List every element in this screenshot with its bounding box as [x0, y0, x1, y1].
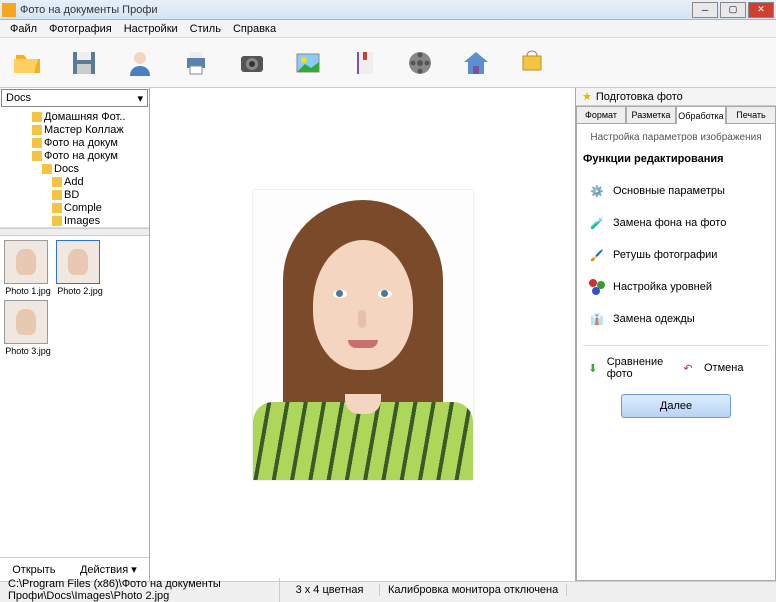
fn-background[interactable]: 🧪Замена фона на фото	[583, 207, 769, 239]
menu-style[interactable]: Стиль	[184, 21, 227, 37]
open-button[interactable]: Открыть	[12, 564, 55, 576]
fn-undo[interactable]: ↶Отмена	[676, 354, 769, 382]
levels-icon	[587, 277, 607, 297]
tree-item[interactable]: Docs	[2, 162, 147, 175]
window-title: Фото на документы Профи	[20, 4, 692, 16]
chevron-down-icon: ▾	[137, 92, 143, 105]
status-calibration: Калибровка монитора отключена	[380, 584, 567, 596]
book-button[interactable]	[346, 45, 382, 81]
tree-item[interactable]: Домашняя Фот..	[2, 110, 147, 123]
fn-clothes[interactable]: 👔Замена одежды	[583, 303, 769, 335]
next-button[interactable]: Далее	[621, 394, 731, 418]
folder-tree[interactable]: Домашняя Фот..Мастер КоллажФото на докум…	[0, 108, 149, 228]
thumbnail[interactable]: Photo 1.jpg	[4, 240, 52, 296]
menu-help[interactable]: Справка	[227, 21, 282, 37]
tree-item[interactable]: Images	[2, 214, 147, 227]
tree-item[interactable]: Add	[2, 175, 147, 188]
toolbar	[0, 38, 776, 88]
panel-subtitle: Настройка параметров изображения	[583, 132, 769, 143]
tree-item[interactable]: Фото на докум	[2, 136, 147, 149]
app-icon	[2, 3, 16, 17]
tab-format[interactable]: Формат	[576, 106, 626, 124]
thumbnail[interactable]: Photo 3.jpg	[4, 300, 52, 356]
fn-compare[interactable]: ⬇Сравнение фото	[583, 354, 676, 382]
folder-combo[interactable]: Docs▾	[1, 89, 148, 107]
potion-icon: 🧪	[587, 213, 607, 233]
panel-header: Подготовка фото	[596, 91, 683, 103]
close-button[interactable]: ✕	[748, 2, 774, 18]
cart-button[interactable]	[514, 45, 550, 81]
status-info: 3 x 4 цветная	[280, 584, 380, 596]
title-bar: Фото на документы Профи ─ ▢ ✕	[0, 0, 776, 20]
home-button[interactable]	[458, 45, 494, 81]
thumbnail[interactable]: Photo 2.jpg	[56, 240, 104, 296]
picture-button[interactable]	[290, 45, 326, 81]
tab-processing[interactable]: Обработка	[676, 106, 726, 124]
tree-item[interactable]: BD	[2, 188, 147, 201]
movie-button[interactable]	[402, 45, 438, 81]
canvas	[150, 88, 576, 581]
left-panel: Docs▾ Домашняя Фот..Мастер КоллажФото на…	[0, 88, 150, 581]
minimize-button[interactable]: ─	[692, 2, 718, 18]
user-button[interactable]	[122, 45, 158, 81]
menu-settings[interactable]: Настройки	[118, 21, 184, 37]
printer-button[interactable]	[178, 45, 214, 81]
fn-levels[interactable]: Настройка уровней	[583, 271, 769, 303]
menu-file[interactable]: Файл	[4, 21, 43, 37]
brush-icon: 🖌️	[587, 245, 607, 265]
status-path: C:\Program Files (x86)\Фото на документы…	[0, 578, 280, 602]
undo-icon: ↶	[678, 358, 698, 378]
menu-bar: Файл Фотография Настройки Стиль Справка	[0, 20, 776, 38]
menu-photo[interactable]: Фотография	[43, 21, 118, 37]
thumbnails-panel: Photo 1.jpgPhoto 2.jpgPhoto 3.jpg	[0, 236, 149, 557]
tree-item[interactable]: Comple	[2, 201, 147, 214]
fn-retouch[interactable]: 🖌️Ретушь фотографии	[583, 239, 769, 271]
clothes-icon: 👔	[587, 309, 607, 329]
gear-icon: ⚙️	[587, 181, 607, 201]
compare-icon: ⬇	[585, 358, 601, 378]
tree-item[interactable]: Мастер Коллаж	[2, 123, 147, 136]
scrollbar[interactable]	[0, 228, 149, 236]
panel-section-title: Функции редактирования	[583, 153, 769, 165]
camera-button[interactable]	[234, 45, 270, 81]
actions-dropdown[interactable]: Действия ▾	[80, 563, 137, 576]
right-panel: ★ Подготовка фото Формат Разметка Обрабо…	[576, 88, 776, 581]
tab-markup[interactable]: Разметка	[626, 106, 676, 124]
maximize-button[interactable]: ▢	[720, 2, 746, 18]
photo-preview[interactable]	[253, 190, 473, 480]
save-button[interactable]	[66, 45, 102, 81]
star-icon: ★	[582, 90, 592, 103]
open-folder-button[interactable]	[10, 45, 46, 81]
fn-basic[interactable]: ⚙️Основные параметры	[583, 175, 769, 207]
tab-print[interactable]: Печать	[726, 106, 776, 124]
status-bar: C:\Program Files (x86)\Фото на документы…	[0, 581, 776, 598]
tree-item[interactable]: Фото на докум	[2, 149, 147, 162]
